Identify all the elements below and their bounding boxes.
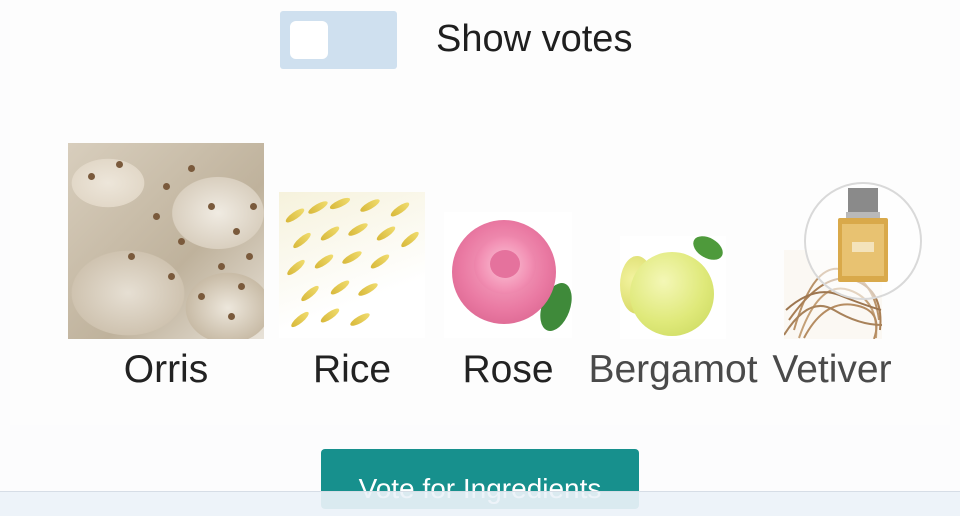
bottom-bar	[0, 491, 960, 516]
ingredient-label-rose: Rose	[462, 348, 554, 391]
ingredient-label-vetiver: Vetiver	[772, 348, 892, 391]
perfume-bottle-badge[interactable]	[804, 182, 922, 300]
orris-image[interactable]	[68, 143, 264, 339]
ingredient-label-bergamot: Bergamot	[588, 348, 758, 391]
rice-image[interactable]	[279, 192, 425, 338]
show-votes-label: Show votes	[436, 18, 633, 60]
toggle-knob[interactable]	[290, 21, 328, 59]
rose-image[interactable]	[444, 212, 572, 338]
bergamot-image[interactable]	[620, 236, 726, 339]
ingredient-label-rice: Rice	[312, 348, 392, 391]
ingredient-label-orris: Orris	[123, 348, 209, 391]
perfume-bottle-icon	[838, 188, 888, 282]
show-votes-toggle[interactable]	[280, 11, 397, 69]
